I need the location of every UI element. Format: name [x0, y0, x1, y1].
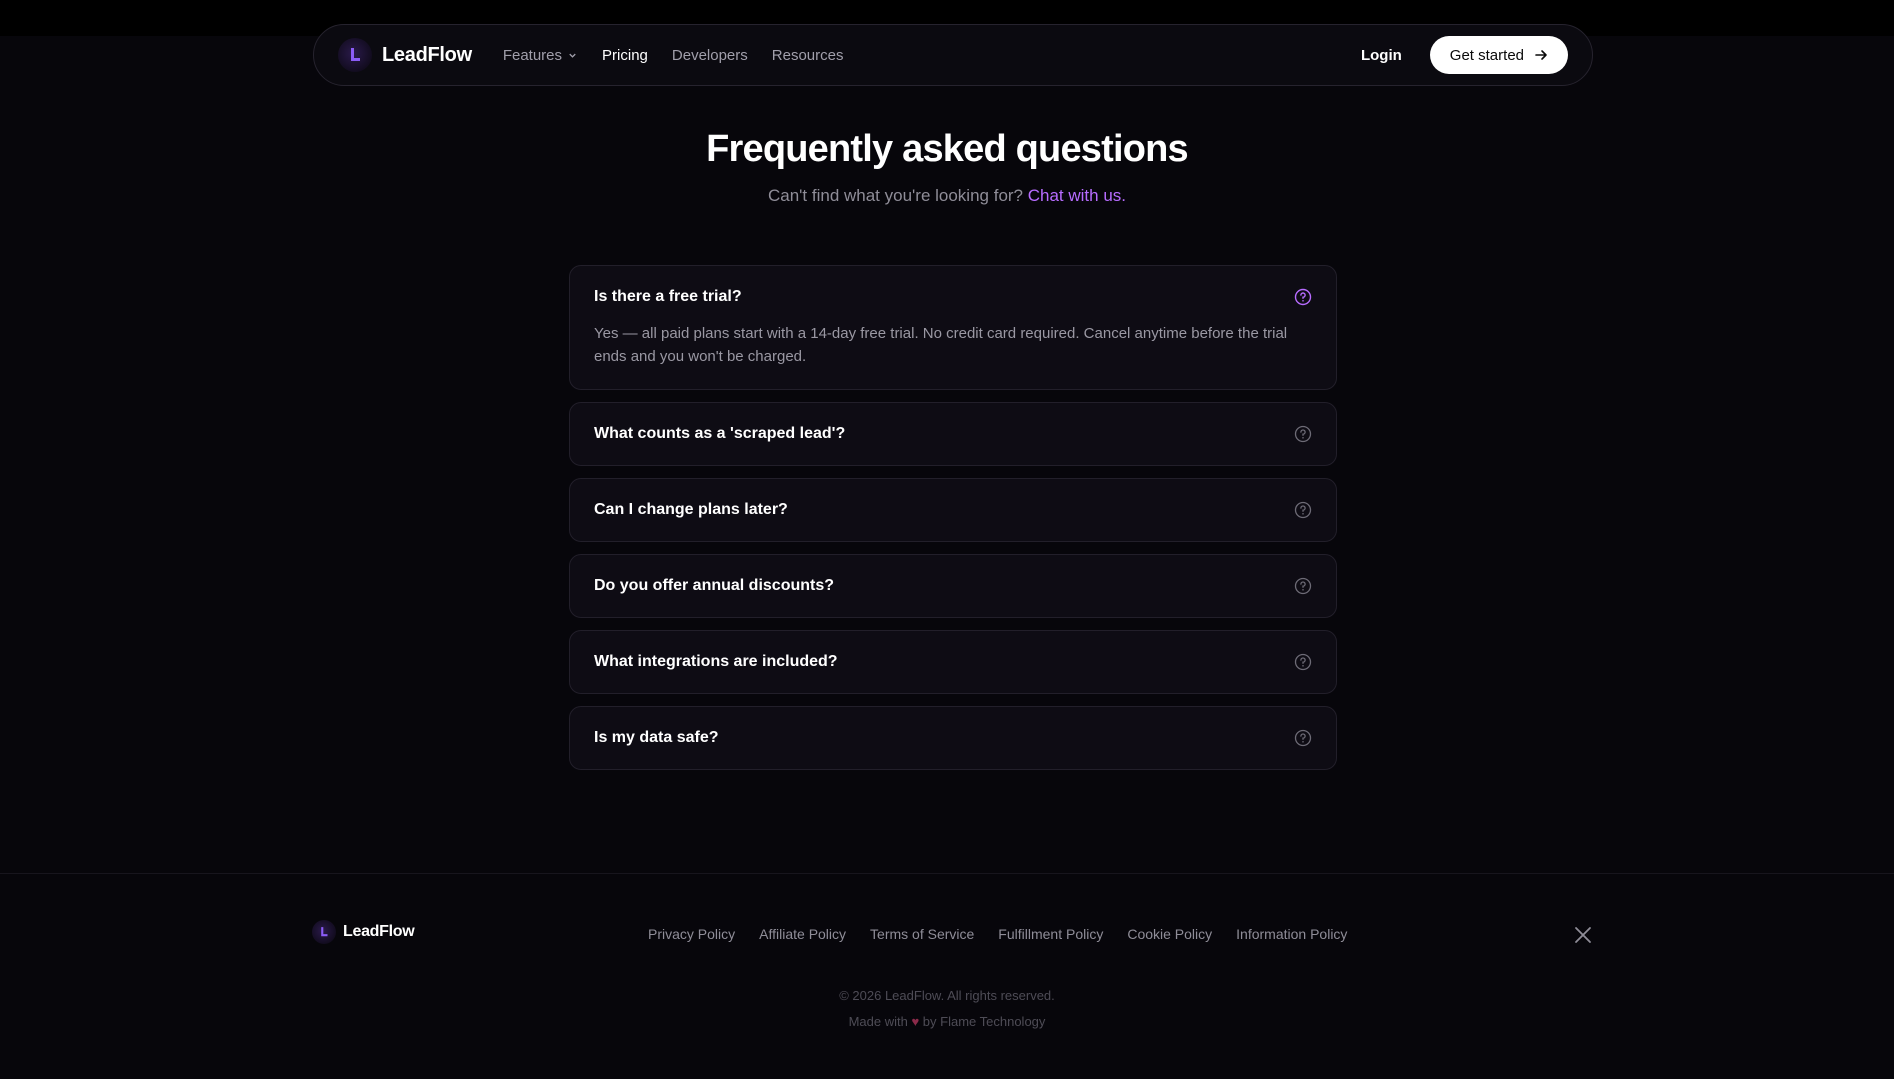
- faq-question-row[interactable]: What integrations are included?: [594, 631, 1312, 693]
- faq-answer: Yes — all paid plans start with a 14-day…: [594, 325, 1288, 365]
- footer-link-affiliate[interactable]: Affiliate Policy: [759, 926, 846, 942]
- faq-item-integrations: What integrations are included?: [569, 630, 1337, 694]
- footer-link-fulfillment[interactable]: Fulfillment Policy: [998, 926, 1103, 942]
- help-circle-icon: [1294, 288, 1312, 306]
- faq-item-free-trial: Is there a free trial? Yes — all paid pl…: [569, 265, 1337, 390]
- faq-list: Is there a free trial? Yes — all paid pl…: [569, 265, 1337, 782]
- faq-question: Is my data safe?: [594, 729, 719, 746]
- arrow-right-icon: [1535, 50, 1547, 60]
- footer-divider: [0, 873, 1894, 874]
- get-started-button[interactable]: Get started: [1429, 36, 1568, 74]
- faq-question: Do you offer annual discounts?: [594, 577, 835, 594]
- faq-question-row[interactable]: Is there a free trial?: [594, 266, 1312, 328]
- logo-icon: [312, 920, 336, 944]
- footer-logo-text: LeadFlow: [343, 923, 415, 940]
- faq-question-row[interactable]: What counts as a 'scraped lead'?: [594, 403, 1312, 465]
- faq-question: What counts as a 'scraped lead'?: [594, 425, 846, 442]
- nav-links: Features Pricing Developers Resources: [503, 47, 844, 64]
- page-title: Frequently asked questions: [706, 128, 1189, 170]
- nav-link-features-label: Features: [502, 46, 563, 64]
- login-link[interactable]: Login: [1361, 47, 1402, 64]
- get-started-label: Get started: [1449, 46, 1524, 64]
- nav-link-features[interactable]: Features: [503, 47, 578, 64]
- x-social-icon[interactable]: [1574, 926, 1592, 944]
- chat-link[interactable]: Chat with us.: [1028, 186, 1126, 205]
- footer-link-information[interactable]: Information Policy: [1236, 926, 1347, 942]
- copyright: © 2026 LeadFlow. All rights reserved.: [839, 988, 1055, 1003]
- faq-question-row[interactable]: Is my data safe?: [594, 707, 1312, 769]
- help-circle-icon: [1294, 729, 1312, 747]
- nav-link-pricing[interactable]: Pricing: [602, 47, 648, 64]
- faq-question-row[interactable]: Can I change plans later?: [594, 479, 1312, 541]
- chevron-down-icon: [569, 53, 576, 58]
- navbar: LeadFlow Features Pricing Developers Res…: [313, 24, 1593, 86]
- help-circle-icon: [1294, 653, 1312, 671]
- nav-link-resources[interactable]: Resources: [772, 47, 844, 64]
- help-circle-icon: [1294, 425, 1312, 443]
- footer-link-privacy[interactable]: Privacy Policy: [648, 926, 735, 942]
- footer-logo[interactable]: LeadFlow: [312, 920, 415, 944]
- faq-question: Is there a free trial?: [594, 288, 742, 305]
- page-subtitle: Can't find what you're looking for? Chat…: [0, 186, 1894, 206]
- help-circle-icon: [1294, 501, 1312, 519]
- subtitle-text: Can't find what you're looking for?: [767, 186, 1024, 205]
- faq-question-row[interactable]: Do you offer annual discounts?: [594, 555, 1312, 617]
- faq-question: What integrations are included?: [594, 653, 838, 670]
- logo-icon[interactable]: [338, 38, 372, 72]
- faq-item-data-safe: Is my data safe?: [569, 706, 1337, 770]
- faq-item-scraped-lead: What counts as a 'scraped lead'?: [569, 402, 1337, 466]
- footer-link-cookie[interactable]: Cookie Policy: [1127, 926, 1212, 942]
- logo-text[interactable]: LeadFlow: [382, 44, 472, 67]
- made-with: Made with ♥ by Flame Technology: [0, 1014, 1894, 1029]
- nav-actions: Login Get started: [1361, 36, 1568, 74]
- footer-link-terms[interactable]: Terms of Service: [870, 926, 974, 942]
- heart-icon: ♥: [911, 1014, 920, 1029]
- footer-links: Privacy Policy Affiliate Policy Terms of…: [648, 926, 1347, 942]
- faq-item-annual-discounts: Do you offer annual discounts?: [569, 554, 1337, 618]
- made-with-prefix: Made with: [848, 1014, 908, 1029]
- nav-link-developers[interactable]: Developers: [672, 47, 748, 64]
- faq-question: Can I change plans later?: [594, 501, 788, 518]
- help-circle-icon: [1294, 577, 1312, 595]
- made-with-suffix: by Flame Technology: [922, 1014, 1046, 1029]
- faq-item-change-plans: Can I change plans later?: [569, 478, 1337, 542]
